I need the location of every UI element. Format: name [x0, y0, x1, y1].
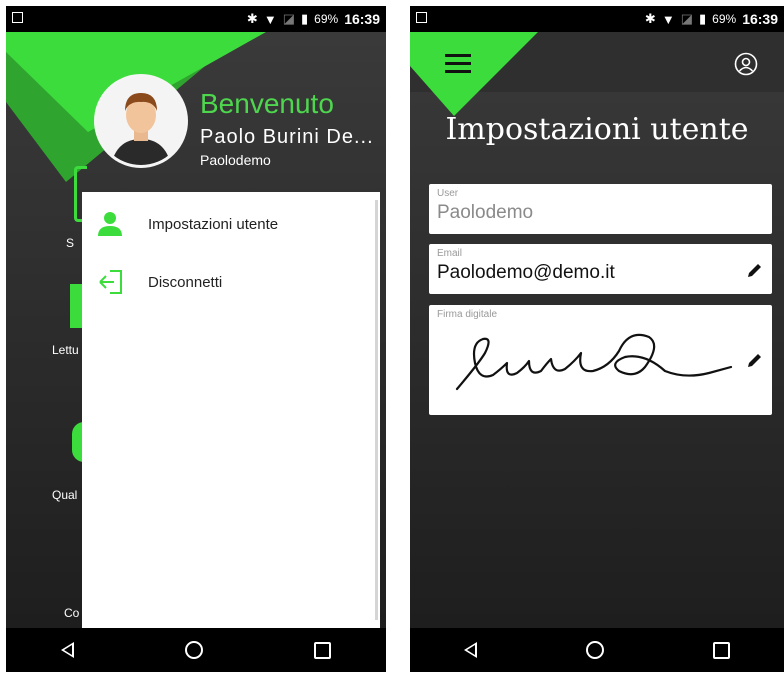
home-item-label: Lettu — [52, 343, 79, 357]
user-full-name: Paolo Burini De... — [200, 126, 374, 148]
signature-field[interactable]: Firma digitale — [429, 305, 772, 415]
back-icon[interactable] — [464, 642, 478, 658]
left-screen: S Lettu Qual Co Benvenuto Paolo Burini D… — [6, 6, 386, 672]
recent-apps-icon[interactable] — [712, 641, 730, 659]
menu-item-logout[interactable]: Disconnetti — [82, 262, 380, 302]
logout-icon — [99, 270, 122, 294]
email-value: Paolodemo@demo.it — [437, 262, 615, 283]
battery-icon: ▮ — [699, 11, 707, 26]
system-nav-bar — [410, 628, 784, 672]
battery-percent: 69% — [712, 12, 737, 26]
status-bar: ✱ ▼ ◪ ▮ 69% 16:39 — [410, 6, 784, 32]
wifi-icon: ▼ — [263, 11, 277, 27]
home-icon[interactable] — [585, 641, 604, 659]
avatar-icon — [97, 77, 185, 165]
wifi-icon: ▼ — [661, 11, 675, 27]
drawer-header: Benvenuto Paolo Burini De... Paolodemo — [82, 32, 386, 194]
menu-item-user-settings[interactable]: Impostazioni utente — [82, 204, 380, 244]
menu-button[interactable] — [445, 54, 471, 78]
menu-item-label: Impostazioni utente — [148, 215, 279, 233]
status-bar: ✱ ▼ ◪ ▮ 69% 16:39 — [6, 6, 386, 32]
page-title: Impostazioni utente — [445, 112, 749, 147]
home-icon[interactable] — [184, 641, 203, 659]
email-field[interactable]: Email Paolodemo@demo.it — [429, 244, 772, 294]
no-sim-icon: ◪ — [282, 11, 295, 26]
system-nav-bar — [6, 628, 386, 672]
avatar[interactable] — [97, 77, 185, 165]
welcome-text: Benvenuto — [200, 88, 334, 119]
field-label: Firma digitale — [437, 309, 498, 320]
clock: 16:39 — [742, 11, 778, 27]
user-icon — [98, 212, 122, 236]
no-sim-icon: ◪ — [680, 11, 693, 26]
edit-icon[interactable] — [746, 351, 764, 369]
navigation-drawer: Impostazioni utente Disconnetti — [82, 192, 380, 628]
green-banner — [410, 32, 538, 116]
field-label: Email — [437, 248, 463, 259]
signature-image — [455, 333, 733, 391]
bluetooth-icon: ✱ — [644, 11, 656, 26]
recent-apps-icon[interactable] — [313, 641, 331, 659]
right-screen: Impostazioni utente User Paolodemo Email… — [410, 6, 784, 672]
gallery-notification-icon — [416, 12, 427, 23]
battery-percent: 69% — [314, 12, 339, 26]
user-username: Paolodemo — [200, 152, 271, 168]
field-label: User — [437, 188, 459, 199]
home-item-label: Qual — [52, 488, 78, 502]
menu-item-label: Disconnetti — [148, 273, 223, 291]
back-icon[interactable] — [61, 642, 75, 658]
battery-icon: ▮ — [301, 11, 309, 26]
bluetooth-icon: ✱ — [246, 11, 258, 26]
edit-icon[interactable] — [746, 261, 764, 279]
account-icon[interactable] — [734, 52, 758, 76]
user-value: Paolodemo — [437, 202, 534, 223]
home-item-label: S — [66, 236, 75, 250]
clock: 16:39 — [344, 11, 380, 27]
home-item-label: Co — [64, 606, 80, 620]
user-field: User Paolodemo — [429, 184, 772, 234]
gallery-notification-icon — [12, 12, 23, 23]
